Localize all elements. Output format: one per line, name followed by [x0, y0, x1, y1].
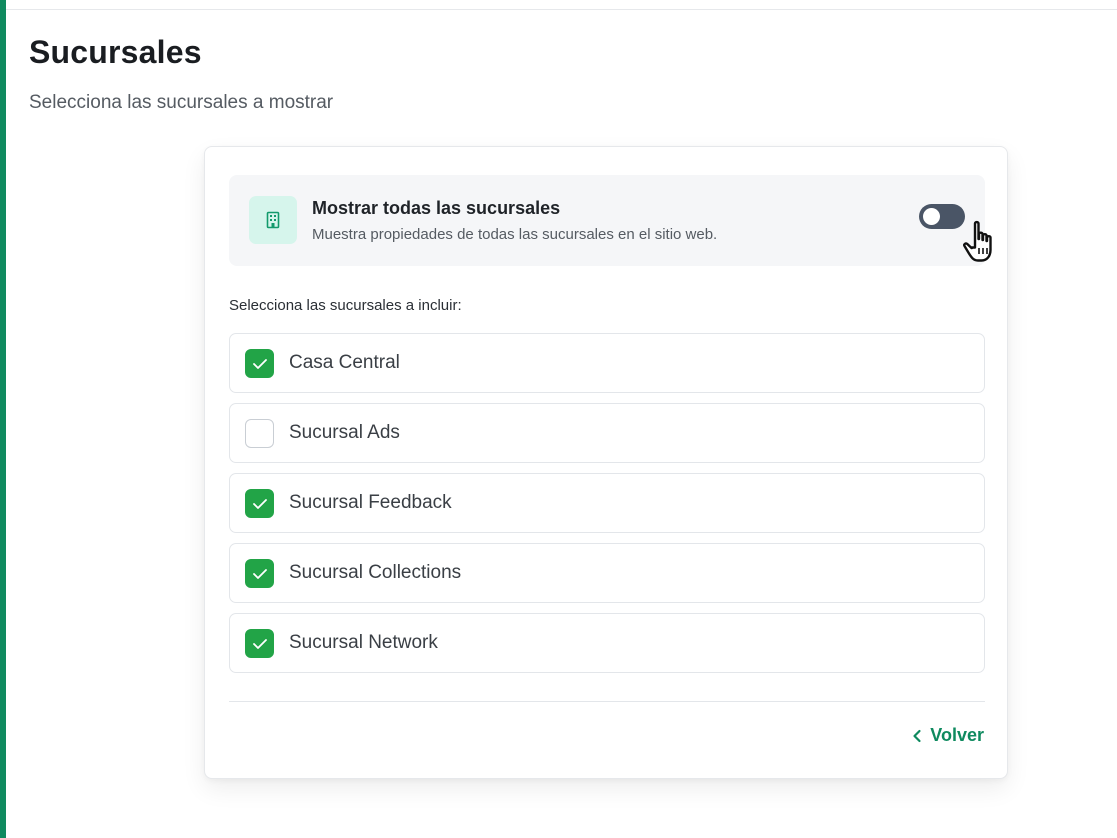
show-all-title: Mostrar todas las sucursales — [312, 198, 561, 218]
toggle-knob — [923, 208, 940, 225]
branch-checkbox[interactable] — [245, 419, 274, 448]
branch-list: Casa Central Sucursal Ads Sucursal Feedb… — [229, 333, 985, 683]
branches-card: Mostrar todas las sucursales Muestra pro… — [204, 146, 1008, 779]
branch-label: Sucursal Feedback — [289, 492, 452, 513]
building-icon-box — [249, 196, 297, 244]
back-button[interactable]: Volver — [912, 725, 984, 746]
footer-divider — [229, 701, 985, 702]
check-icon — [252, 358, 267, 369]
branch-checkbox[interactable] — [245, 349, 274, 378]
branch-checkbox[interactable] — [245, 629, 274, 658]
hand-cursor-icon — [963, 220, 992, 262]
show-all-toggle[interactable] — [919, 204, 965, 229]
top-divider — [6, 9, 1117, 10]
page-title: Sucursales — [29, 34, 202, 70]
show-all-branches-panel: Mostrar todas las sucursales Muestra pro… — [229, 175, 992, 266]
building-icon — [266, 211, 280, 229]
branch-item-sucursal-collections[interactable]: Sucursal Collections — [229, 543, 985, 603]
branch-checkbox[interactable] — [245, 559, 274, 588]
branch-item-casa-central[interactable]: Casa Central — [229, 333, 985, 393]
back-label: Volver — [930, 725, 984, 745]
branch-label: Sucursal Ads — [289, 422, 400, 443]
page-subtitle: Selecciona las sucursales a mostrar — [29, 92, 334, 113]
branch-label: Sucursal Collections — [289, 562, 462, 583]
show-all-description: Muestra propiedades de todas las sucursa… — [312, 226, 718, 243]
branches-section-label: Selecciona las sucursales a incluir: — [229, 297, 462, 314]
branch-item-sucursal-feedback[interactable]: Sucursal Feedback — [229, 473, 985, 533]
branch-checkbox[interactable] — [245, 489, 274, 518]
left-accent-bar — [0, 0, 6, 838]
check-icon — [252, 498, 267, 509]
branch-label: Sucursal Network — [289, 632, 438, 653]
branch-item-sucursal-network[interactable]: Sucursal Network — [229, 613, 985, 673]
branch-label: Casa Central — [289, 352, 400, 373]
check-icon — [252, 638, 267, 649]
check-icon — [252, 568, 267, 579]
chevron-left-icon — [913, 729, 921, 742]
branch-item-sucursal-ads[interactable]: Sucursal Ads — [229, 403, 985, 463]
